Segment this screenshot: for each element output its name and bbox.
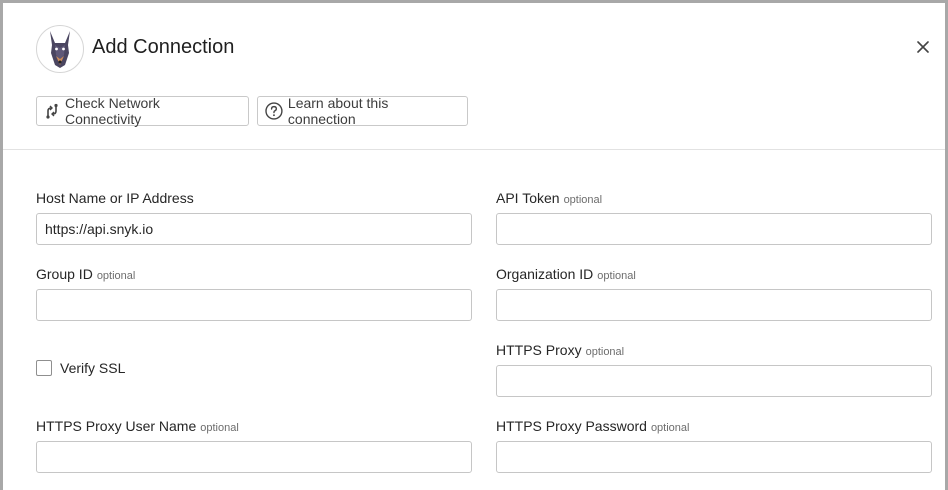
optional-tag: optional xyxy=(200,422,239,434)
https-proxy-label: HTTPS Proxy optional xyxy=(496,342,625,358)
organization-id-label: Organization ID optional xyxy=(496,266,636,282)
optional-tag: optional xyxy=(563,194,603,206)
https-proxy-input[interactable] xyxy=(496,365,932,397)
help-circle-icon xyxy=(265,102,283,120)
host-name-input[interactable] xyxy=(36,213,472,245)
close-button[interactable] xyxy=(913,37,933,57)
api-token-label: API Token optional xyxy=(496,190,603,206)
optional-tag: optional xyxy=(650,422,690,434)
learn-about-connection-button[interactable]: Learn about this connection xyxy=(257,95,468,127)
optional-tag: optional xyxy=(96,270,136,282)
network-check-icon xyxy=(46,103,58,119)
group-id-label: Group ID optional xyxy=(36,266,136,282)
https-proxy-user-input[interactable] xyxy=(36,441,472,473)
host-name-label: Host Name or IP Address xyxy=(36,190,194,206)
https-proxy-password-input[interactable] xyxy=(496,441,932,473)
https-proxy-user-label: HTTPS Proxy User Name optional xyxy=(36,418,239,434)
https-proxy-password-label: HTTPS Proxy Password optional xyxy=(496,418,690,434)
optional-tag: optional xyxy=(585,346,625,358)
add-connection-dialog: Add Connection Check Network Connectivit… xyxy=(3,3,945,490)
dialog-header: Add Connection Check Network Connectivit… xyxy=(3,3,945,150)
doberman-logo-icon xyxy=(36,25,84,73)
verify-ssl-label[interactable]: Verify SSL xyxy=(60,360,125,376)
dialog-title: Add Connection xyxy=(92,36,235,58)
learn-about-connection-label: Learn about this connection xyxy=(287,95,389,127)
api-token-input[interactable] xyxy=(496,213,932,245)
check-network-button[interactable]: Check Network Connectivity xyxy=(36,95,249,127)
check-network-label: Check Network Connectivity xyxy=(65,95,160,127)
group-id-input[interactable] xyxy=(36,289,472,321)
close-icon xyxy=(917,41,929,53)
organization-id-input[interactable] xyxy=(496,289,932,321)
optional-tag: optional xyxy=(597,270,636,282)
verify-ssl-checkbox[interactable] xyxy=(36,360,52,376)
